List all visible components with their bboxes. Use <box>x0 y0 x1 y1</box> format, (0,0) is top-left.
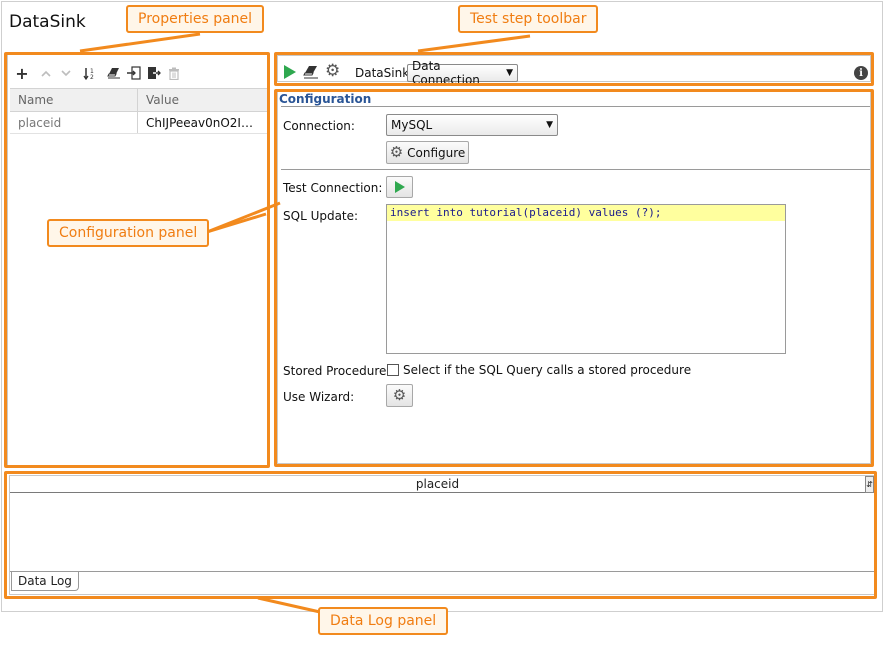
callout-data-log-panel: Data Log panel <box>318 607 449 635</box>
callout-configuration-panel: Configuration panel <box>47 219 210 247</box>
connector-datalog <box>257 596 321 614</box>
callout-properties-panel: Properties panel <box>126 5 265 33</box>
callout-connectors <box>79 32 531 614</box>
connector-config-left <box>206 212 267 234</box>
callout-test-step-toolbar: Test step toolbar <box>458 5 599 33</box>
connector-properties <box>79 32 201 53</box>
connector-toolbar <box>417 34 531 53</box>
